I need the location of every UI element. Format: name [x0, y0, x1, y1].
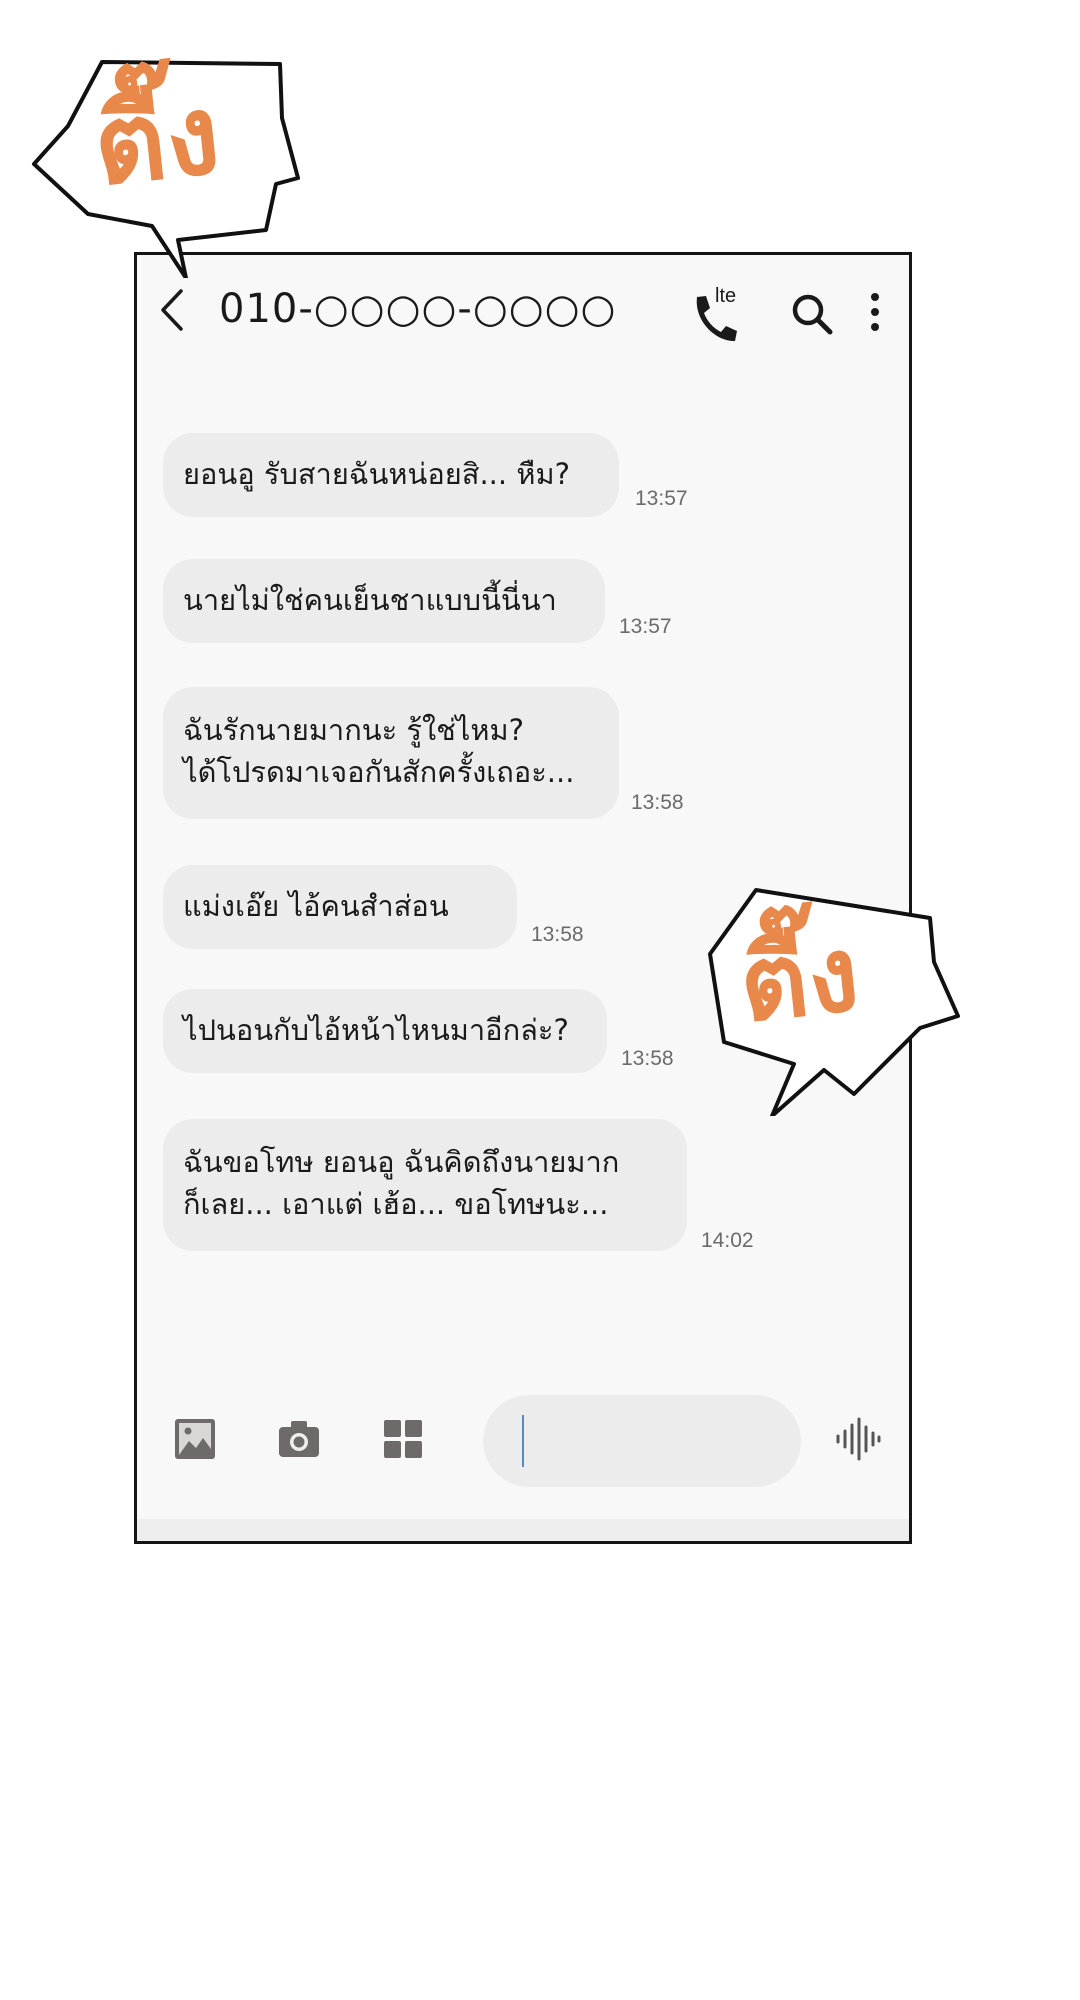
message-time: 13:58	[621, 1047, 674, 1070]
message-item: ฉันรักนายมากนะ รู้ใช่ไหม? ได้โปรดมาเจอกั…	[163, 687, 684, 819]
camera-button[interactable]	[277, 1417, 321, 1461]
message-bubble[interactable]: แม่งเอ๊ย ไอ้คนสำส่อน	[163, 865, 517, 949]
camera-icon	[279, 1421, 319, 1457]
message-time: 14:02	[701, 1229, 754, 1252]
message-time: 13:58	[631, 791, 684, 814]
message-bubble[interactable]: ฉันรักนายมากนะ รู้ใช่ไหม? ได้โปรดมาเจอกั…	[163, 687, 619, 819]
sound-effect-bubble-top: ตื๊ง	[30, 8, 310, 280]
voice-button[interactable]	[835, 1417, 881, 1461]
sound-effect-bubble-right: ตื๊ง	[706, 870, 966, 1118]
contact-title: 010-○○○○-○○○○	[219, 286, 617, 332]
message-item: ฉันขอโทษ ยอนอู ฉันคิดถึงนายมาก ก็เลย... …	[163, 1119, 754, 1252]
sound-effect-text: ตื๊ง	[87, 69, 226, 211]
message-item: ไปนอนกับไอ้หน้าไหนมาอีกล่ะ? 13:58	[163, 989, 674, 1073]
voice-wave-icon	[836, 1417, 881, 1461]
message-composer	[137, 1387, 909, 1507]
gallery-button[interactable]	[173, 1417, 217, 1461]
message-bubble[interactable]: ฉันขอโทษ ยอนอู ฉันคิดถึงนายมาก ก็เลย... …	[163, 1119, 687, 1251]
message-item: นายไม่ใช่คนเย็นชาแบบนี้นี่นา 13:57	[163, 559, 672, 643]
back-chevron-icon	[161, 289, 183, 331]
more-vertical-icon	[871, 293, 879, 331]
message-time: 13:58	[531, 923, 584, 946]
message-item: ยอนอู รับสายฉันหน่อยสิ... หืม? 13:57	[163, 433, 688, 517]
apps-grid-icon	[384, 1420, 422, 1458]
text-cursor	[522, 1415, 524, 1467]
message-input[interactable]	[483, 1395, 801, 1487]
search-button[interactable]	[789, 291, 835, 337]
message-item: แม่งเอ๊ย ไอ้คนสำส่อน 13:58	[163, 865, 584, 949]
sound-effect-text: ตื๊ง	[733, 912, 865, 1046]
back-button[interactable]	[153, 285, 193, 335]
message-bubble[interactable]: นายไม่ใช่คนเย็นชาแบบนี้นี่นา	[163, 559, 605, 643]
message-time: 13:57	[619, 615, 672, 638]
bottom-navigation-strip	[137, 1519, 909, 1541]
call-button[interactable]: lte	[689, 285, 749, 342]
message-time: 13:57	[635, 487, 688, 510]
gallery-icon	[175, 1419, 215, 1459]
more-options-button[interactable]	[867, 291, 883, 337]
message-bubble[interactable]: ยอนอู รับสายฉันหน่อยสิ... หืม?	[163, 433, 619, 517]
apps-button[interactable]	[381, 1417, 425, 1461]
message-bubble[interactable]: ไปนอนกับไอ้หน้าไหนมาอีกล่ะ?	[163, 989, 607, 1073]
search-icon	[792, 294, 833, 335]
lte-badge: lte	[715, 285, 737, 307]
